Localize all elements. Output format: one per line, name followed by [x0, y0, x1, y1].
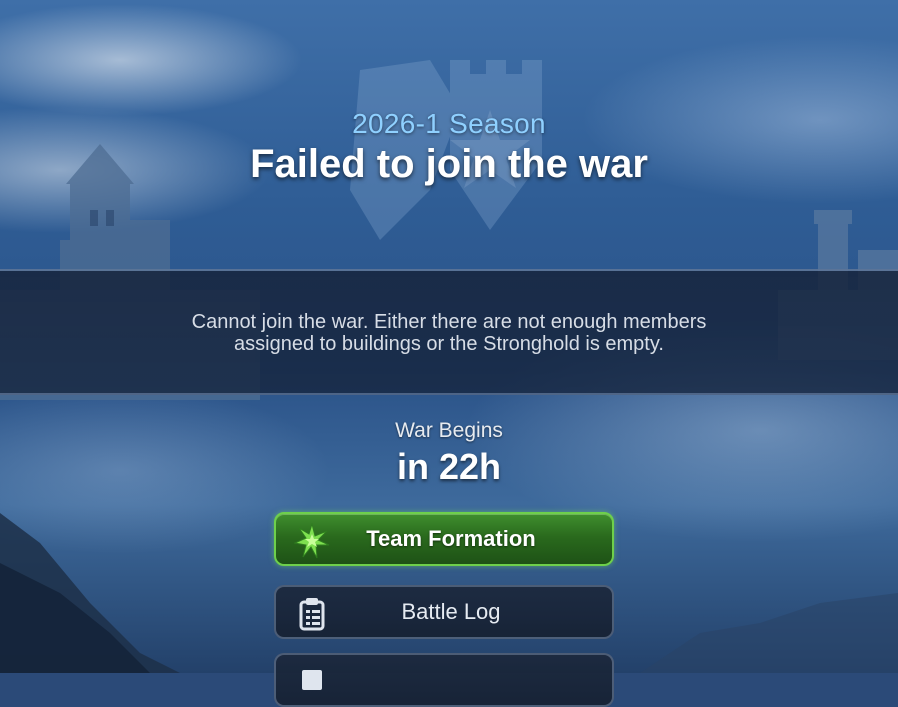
- notice-message-line: Cannot join the war. Either there are no…: [191, 311, 707, 333]
- star-burst-icon: [294, 523, 330, 559]
- notice-message-line: assigned to buildings or the Stronghold …: [234, 333, 664, 355]
- battle-log-label: Battle Log: [401, 599, 501, 624]
- season-label: 2026-1 Season: [352, 108, 546, 139]
- castle-icon: [302, 670, 322, 690]
- team-formation-button[interactable]: Team Formation: [274, 512, 614, 566]
- countdown-value: in 22h: [396, 446, 502, 487]
- third-menu-button[interactable]: [274, 653, 614, 707]
- clipboard-icon: [299, 598, 325, 631]
- page-title: Failed to join the war: [250, 142, 648, 186]
- notice-banner: Cannot join the war. Either there are no…: [0, 269, 898, 395]
- notice-message: Cannot join the war. Either there are no…: [149, 311, 749, 355]
- team-formation-label: Team Formation: [366, 526, 536, 551]
- third-menu-label: [346, 655, 612, 705]
- battle-log-button[interactable]: Battle Log: [274, 585, 614, 639]
- countdown-label: War Begins: [395, 419, 503, 442]
